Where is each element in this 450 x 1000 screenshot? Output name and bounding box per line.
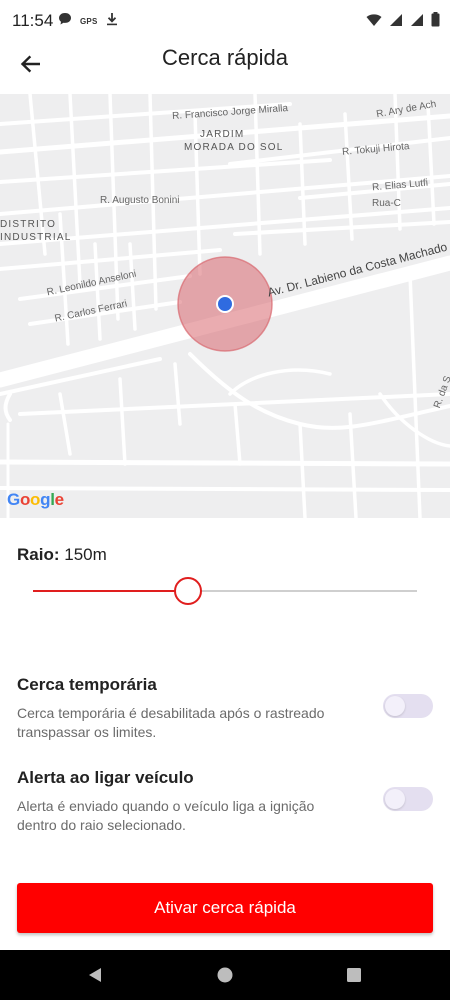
temporary-fence-title: Cerca temporária — [17, 675, 157, 694]
toggle-knob — [385, 789, 405, 809]
back-triangle-icon[interactable] — [85, 965, 105, 985]
radius-label-text: Raio: — [17, 545, 60, 564]
radius-label: Raio: 150m — [17, 545, 107, 565]
activate-fence-button[interactable]: Ativar cerca rápida — [17, 883, 433, 933]
radius-slider[interactable] — [33, 574, 417, 608]
page-title: Cerca rápida — [162, 45, 288, 70]
toggle-knob — [385, 696, 405, 716]
wifi-icon — [366, 13, 382, 32]
google-logo: Google — [7, 490, 64, 509]
radius-value: 150m — [64, 545, 107, 564]
ignition-alert-title: Alerta ao ligar veículo — [17, 768, 194, 787]
battery-icon — [431, 12, 440, 32]
gps-icon: GPS — [80, 17, 98, 26]
slider-fill — [33, 590, 187, 592]
signal-icon — [389, 13, 403, 32]
location-marker[interactable] — [216, 295, 234, 313]
district-label: DISTRITO — [0, 219, 57, 230]
status-bar: 11:54 GPS — [0, 0, 450, 40]
ignition-alert-description: Alerta é enviado quando o veículo liga a… — [17, 798, 315, 833]
download-icon — [106, 12, 118, 31]
district-label: INDUSTRIAL — [0, 232, 72, 243]
slider-thumb[interactable] — [173, 577, 202, 605]
system-nav-bar — [0, 950, 450, 1000]
chat-icon — [58, 12, 72, 31]
app-bar: Cerca rápida — [0, 40, 450, 94]
ignition-alert-toggle[interactable] — [383, 787, 433, 811]
street-label: Rua-C — [372, 198, 401, 209]
signal-icon — [410, 13, 424, 32]
temporary-fence-description: Cerca temporária é desabilitada após o r… — [17, 705, 325, 740]
street-label: R. Augusto Bonini — [100, 195, 180, 206]
recents-square-icon[interactable] — [344, 965, 364, 985]
temporary-fence-toggle[interactable] — [383, 694, 433, 718]
status-time: 11:54 — [12, 11, 54, 30]
map-view[interactable]: R. Ary de Ach R. Francisco Jorge Miralla… — [0, 94, 450, 518]
district-label: JARDIM — [200, 129, 245, 140]
home-circle-icon[interactable] — [215, 965, 235, 985]
district-label: MORADA DO SOL — [184, 142, 284, 153]
